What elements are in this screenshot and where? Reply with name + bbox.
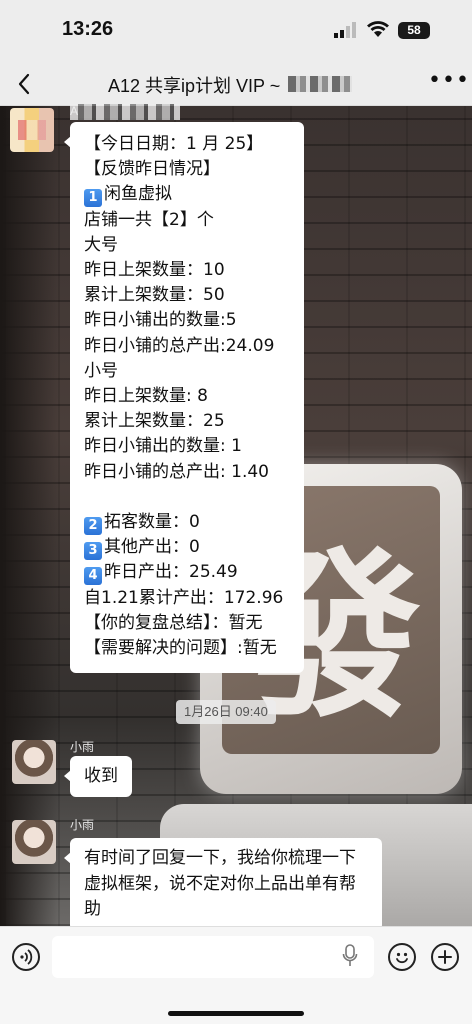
home-indicator[interactable] [168,1011,304,1016]
voice-mode-button[interactable] [12,943,40,971]
message-line: 店铺一共【2】个 [84,209,214,230]
status-time: 13:26 [62,18,114,40]
message-line: 3 其他产出：0 [84,535,292,561]
chat-header: A12 共享ip计划 VIP ~ ••• [0,62,472,106]
keycap-one-icon: 1 [84,189,102,208]
message-line: 1 闲鱼虚拟 [84,182,292,208]
message-line: 累计上架数量：25 [84,411,225,432]
message-line: 【今日日期：1 月 25】 [84,134,264,154]
message-bubble-ack[interactable]: 收到 [64,756,132,798]
chat-input-bar [0,926,472,1024]
message-line: 累计上架数量：50 [84,285,225,306]
sender-name: 小雨 [70,818,95,832]
message-line: 4 昨日产出：25.49 [84,560,292,586]
blurred-title-suffix [288,76,352,92]
message-input[interactable] [52,936,374,978]
more-actions-button[interactable] [431,943,459,971]
cellular-signal-icon [334,22,356,38]
message-line: 小号 [84,360,118,381]
wifi-icon [367,21,389,37]
keycap-four-icon: 4 [84,567,102,586]
avatar[interactable] [12,740,56,784]
plus-icon [438,950,452,964]
emoji-button[interactable] [388,943,416,971]
sender-name: 小雨 [70,740,95,754]
message-bubble-report[interactable]: 【今日日期：1 月 25】 【反馈昨日情况】 1 闲鱼虚拟 店铺一共【2】个 大号… [64,122,304,674]
message-line: 昨日上架数量：10 [84,260,225,281]
more-options-icon[interactable]: ••• [428,68,470,93]
message-timestamp: 1月26日 09:40 [176,700,276,724]
message-line: 【你的复盘总结】：暂无 [84,612,263,633]
battery-indicator: 58 [398,22,430,39]
message-line: 自1.21累计产出：172.96 [84,587,284,608]
message-bubble-offer[interactable]: 有时间了回复一下，我给你梳理一下虚拟框架，说不定对你上品出单有帮助 [64,838,382,931]
back-arrow-icon[interactable] [16,72,32,96]
message-line: 大号 [84,234,118,255]
blurred-sender-name [70,104,180,120]
message-line: 【需要解决的问题】:暂无 [84,638,277,659]
message-line: 2 拓客数量：0 [84,510,292,536]
avatar[interactable] [10,108,54,152]
keycap-two-icon: 2 [84,517,102,536]
wallpaper-shadow [0,104,60,926]
message-line: 昨日小铺出的数量:5 [84,310,237,331]
sound-wave-icon [20,949,33,965]
message-line: 昨日小铺的总产出:24.09 [84,335,275,356]
message-line: 【反馈昨日情况】 [84,159,220,180]
message-line: 昨日小铺出的数量: 1 [84,436,242,457]
avatar[interactable] [12,820,56,864]
smiley-icon [396,952,408,964]
microphone-icon[interactable] [342,944,358,968]
status-bar: 13:26 58 [0,0,472,62]
message-line-blank [84,485,292,510]
message-line: 昨日上架数量: 8 [84,386,208,407]
chat-title: A12 共享ip计划 VIP ~ [108,76,281,96]
message-line: 昨日小铺的总产出: 1.40 [84,461,269,482]
keycap-three-icon: 3 [84,542,102,561]
